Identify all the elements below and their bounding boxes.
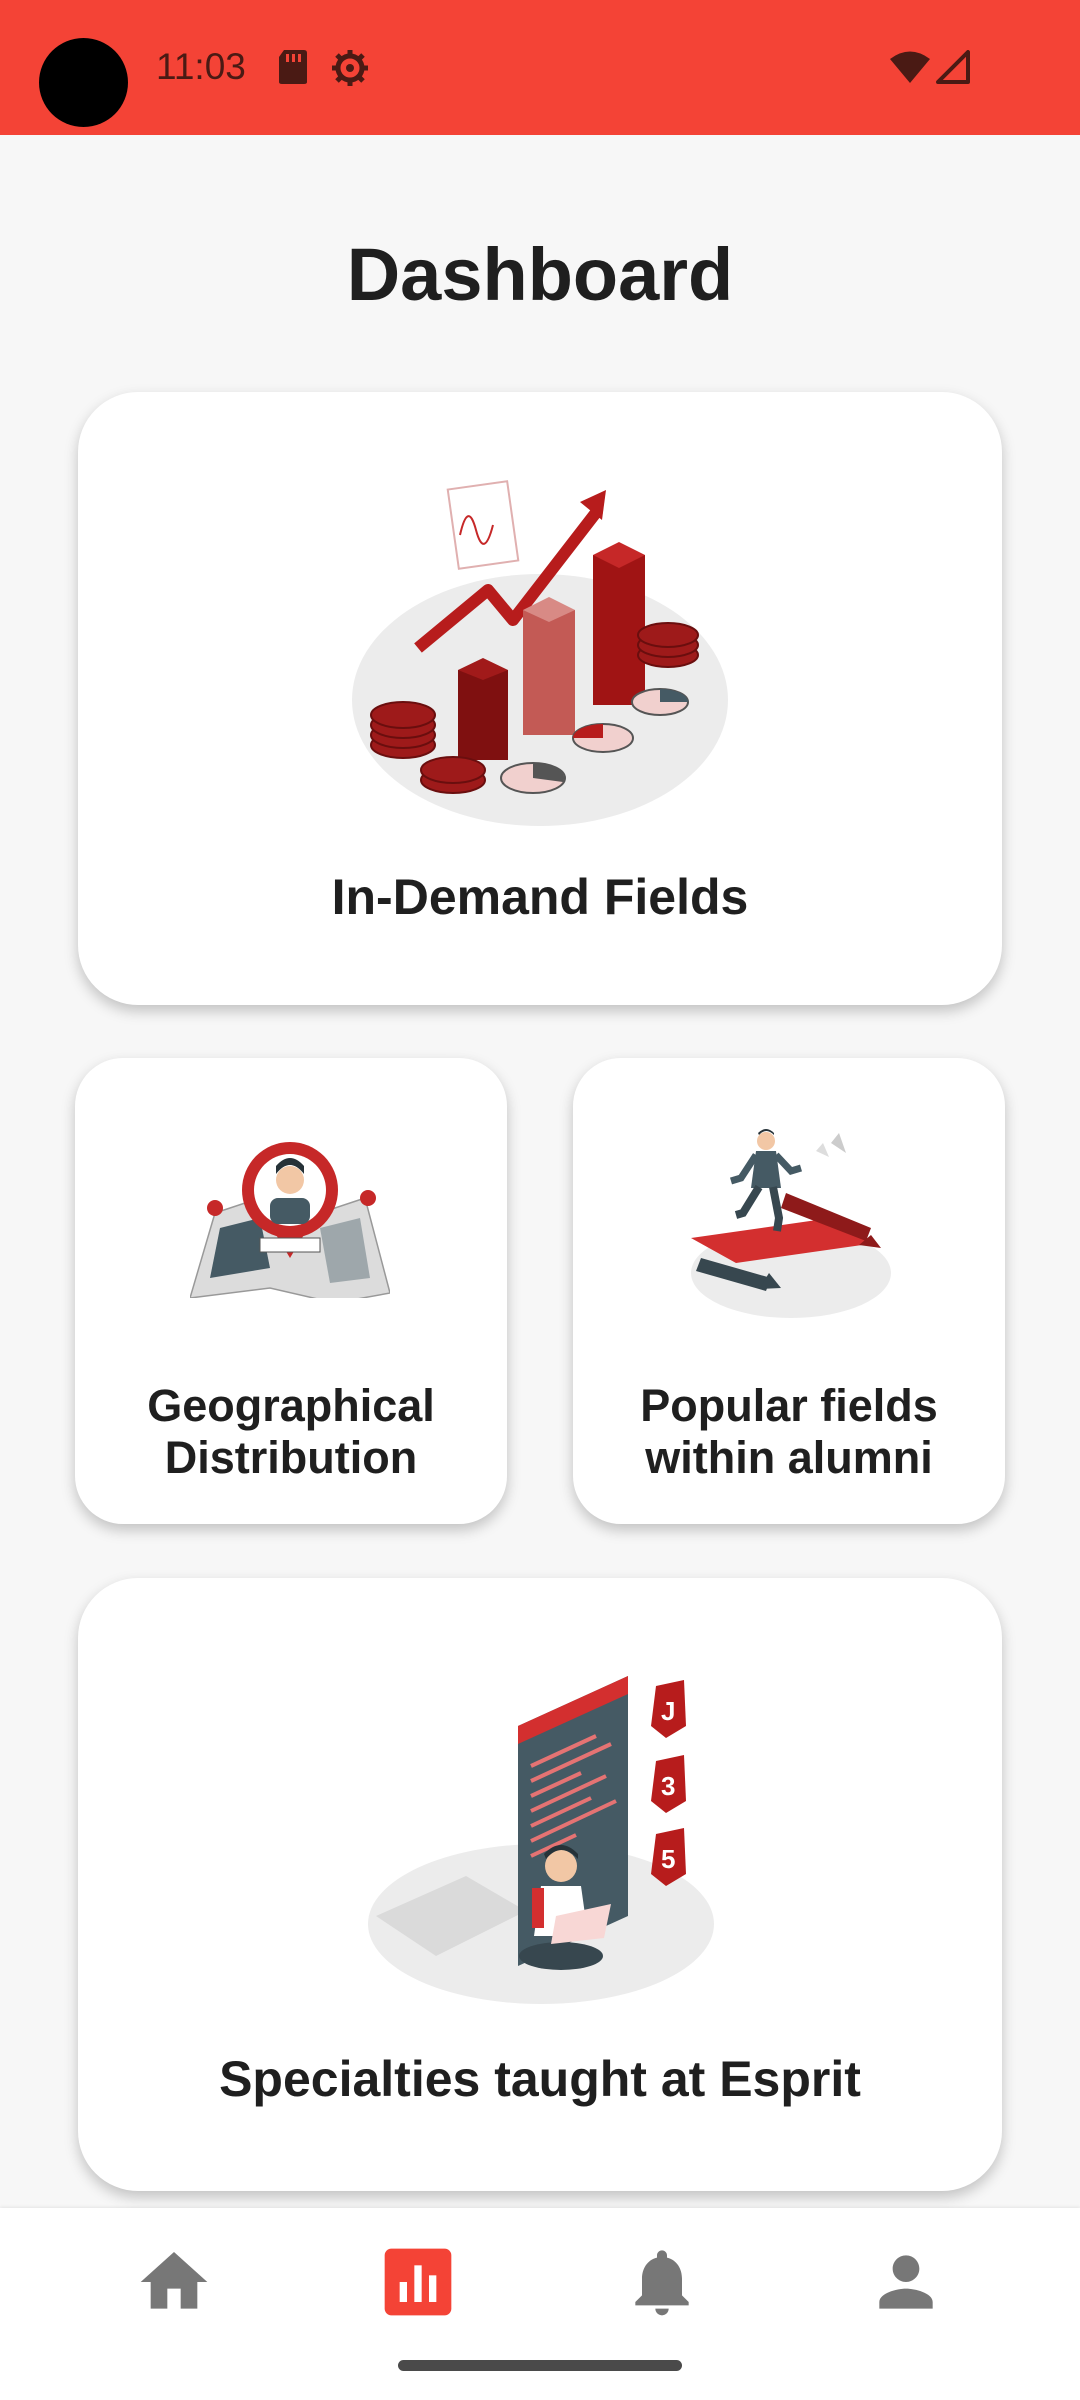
wifi-icon bbox=[890, 51, 930, 83]
person-icon bbox=[879, 2255, 933, 2309]
bar-chart-icon bbox=[384, 2248, 452, 2316]
page-title: Dashboard bbox=[346, 233, 734, 316]
home-icon bbox=[140, 2252, 208, 2309]
svg-text:3: 3 bbox=[661, 1771, 675, 1801]
camera-cutout bbox=[39, 38, 128, 127]
specialties-label: Specialties taught at Esprit bbox=[219, 2051, 861, 2107]
popular-fields-label: Popular fields within alumni bbox=[573, 1380, 1005, 1484]
nav-dashboard[interactable] bbox=[378, 2242, 458, 2322]
signal-icon bbox=[936, 50, 970, 84]
growth-chart-illustration bbox=[352, 480, 728, 826]
nav-notifications[interactable] bbox=[622, 2242, 702, 2322]
bell-icon bbox=[635, 2250, 689, 2316]
bottom-nav bbox=[0, 2208, 1080, 2400]
svg-text:5: 5 bbox=[661, 1844, 675, 1874]
in-demand-fields-card[interactable]: In-Demand Fields bbox=[78, 392, 1002, 1005]
popular-label-line2: within alumni bbox=[645, 1432, 933, 1483]
geographical-label-line2: Distribution bbox=[164, 1432, 418, 1483]
status-time: 11:03 bbox=[156, 46, 246, 87]
geographical-label-line1: Geographical bbox=[147, 1380, 435, 1431]
svg-text:J: J bbox=[661, 1696, 675, 1726]
specialties-card[interactable]: J 3 5 Specialties taught at Esprit bbox=[78, 1578, 1002, 2191]
sd-card-icon bbox=[279, 50, 307, 84]
status-bar: 11:03 bbox=[0, 0, 1080, 135]
gesture-home-indicator[interactable] bbox=[398, 2360, 682, 2371]
geographical-distribution-label: Geographical Distribution bbox=[75, 1380, 507, 1484]
nav-profile[interactable] bbox=[866, 2242, 946, 2322]
settings-icon bbox=[332, 50, 368, 86]
nav-home[interactable] bbox=[134, 2242, 214, 2322]
developer-illustration: J 3 5 bbox=[368, 1676, 714, 2004]
runner-illustration bbox=[691, 1129, 891, 1318]
popular-fields-card[interactable]: Popular fields within alumni bbox=[573, 1058, 1005, 1524]
map-pin-illustration bbox=[190, 1142, 390, 1298]
popular-label-line1: Popular fields bbox=[640, 1380, 938, 1431]
geographical-distribution-card[interactable]: Geographical Distribution bbox=[75, 1058, 507, 1524]
in-demand-fields-label: In-Demand Fields bbox=[331, 869, 749, 925]
